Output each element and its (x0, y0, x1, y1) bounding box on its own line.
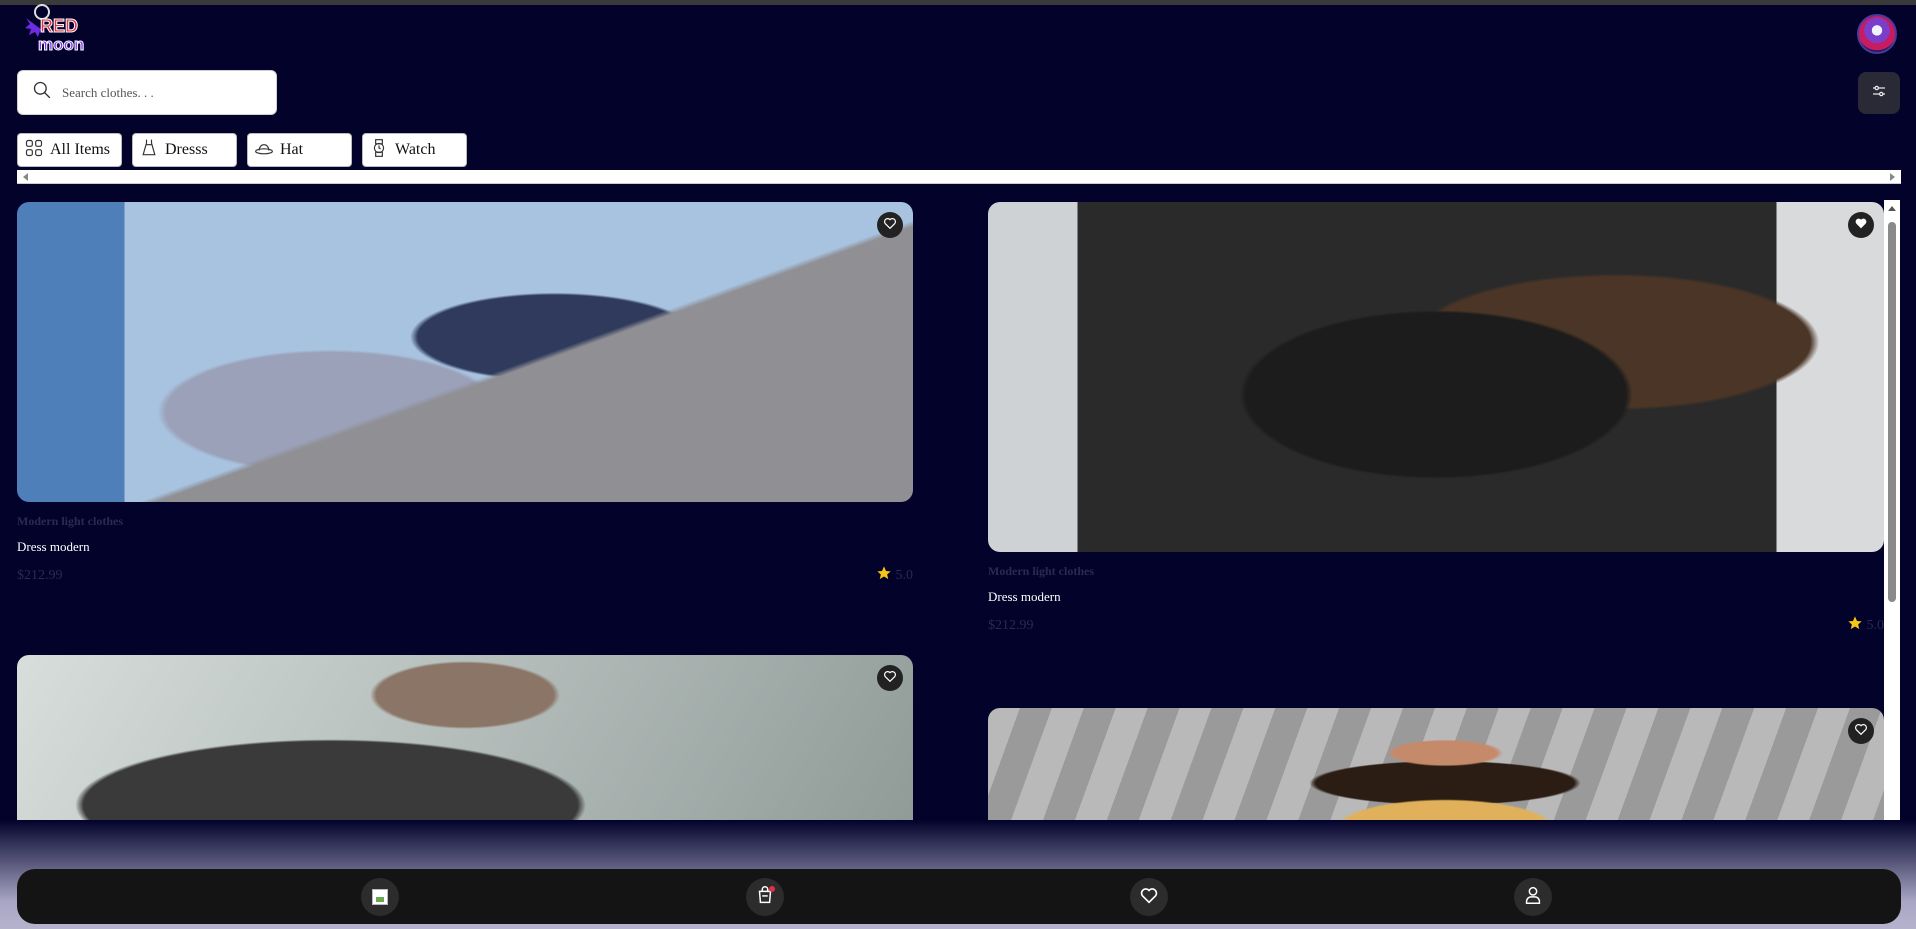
hat-icon (254, 138, 280, 163)
brand-logo[interactable]: RED moon (18, 4, 98, 55)
watch-icon (369, 138, 395, 163)
category-hat[interactable]: Hat (247, 133, 352, 167)
category-watch[interactable]: Watch (362, 133, 467, 167)
search-bar[interactable] (17, 70, 277, 115)
search-input[interactable] (62, 84, 262, 101)
filter-button[interactable] (1858, 72, 1900, 114)
scroll-left-icon[interactable] (23, 173, 28, 181)
product-price: $212.99 (17, 567, 63, 583)
favorite-button[interactable] (1848, 212, 1874, 238)
heart-filled-icon (1853, 215, 1869, 236)
cart-badge (769, 886, 775, 892)
svg-text:RED: RED (40, 16, 78, 36)
product-rating: 5.0 (1847, 615, 1885, 636)
product-brand: Modern light clothes (17, 514, 123, 528)
product-name: Dress modern (988, 589, 1061, 604)
category-dresss[interactable]: Dresss (132, 133, 237, 167)
vertical-scrollbar[interactable] (1884, 200, 1900, 850)
nav-cart-button[interactable] (746, 878, 784, 916)
nav-home-button[interactable] (361, 878, 399, 916)
scroll-right-icon[interactable] (1890, 173, 1895, 181)
star-icon (1847, 615, 1867, 636)
sliders-icon (1870, 82, 1888, 105)
window-top-border (0, 0, 1916, 5)
favorite-button[interactable] (877, 212, 903, 238)
category-label: Hat (280, 141, 304, 158)
product-rating: 5.0 (876, 565, 914, 586)
rating-value: 5.0 (1866, 617, 1885, 633)
product-card[interactable]: Modern light clothes Dress modern $212.9… (988, 202, 1884, 636)
heart-outline-icon (882, 215, 898, 236)
category-all-items[interactable]: All Items (17, 133, 122, 167)
search-icon (32, 80, 52, 105)
scrollbar-thumb[interactable] (1888, 222, 1896, 602)
user-avatar[interactable] (1857, 14, 1897, 54)
grid-icon (24, 138, 50, 163)
product-image[interactable] (988, 202, 1884, 552)
heart-icon (1138, 884, 1160, 911)
heart-outline-icon (1853, 721, 1869, 742)
product-card[interactable]: Modern light clothes Dress modern $212.9… (17, 202, 913, 586)
scroll-up-icon[interactable] (1888, 206, 1896, 211)
category-label: Watch (395, 141, 436, 158)
star-icon (876, 565, 896, 586)
product-image[interactable] (17, 202, 913, 502)
product-name: Dress modern (17, 539, 90, 554)
rating-value: 5.0 (895, 567, 914, 583)
favorite-button[interactable] (877, 665, 903, 691)
nav-profile-button[interactable] (1514, 878, 1552, 916)
product-price: $212.99 (988, 617, 1034, 633)
product-brand: Modern light clothes (988, 564, 1094, 578)
bottom-navigation (17, 869, 1901, 924)
category-label: Dresss (165, 141, 208, 158)
horizontal-scrollbar[interactable] (17, 170, 1901, 184)
svg-text:moon: moon (38, 35, 84, 54)
category-label: All Items (50, 141, 110, 158)
dress-icon (139, 138, 165, 163)
user-icon (1522, 884, 1544, 911)
category-list: All Items Dresss Hat Watch (17, 133, 467, 167)
broken-image-icon (372, 889, 388, 905)
nav-favorites-button[interactable] (1130, 878, 1168, 916)
heart-outline-icon (882, 668, 898, 689)
favorite-button[interactable] (1848, 718, 1874, 744)
